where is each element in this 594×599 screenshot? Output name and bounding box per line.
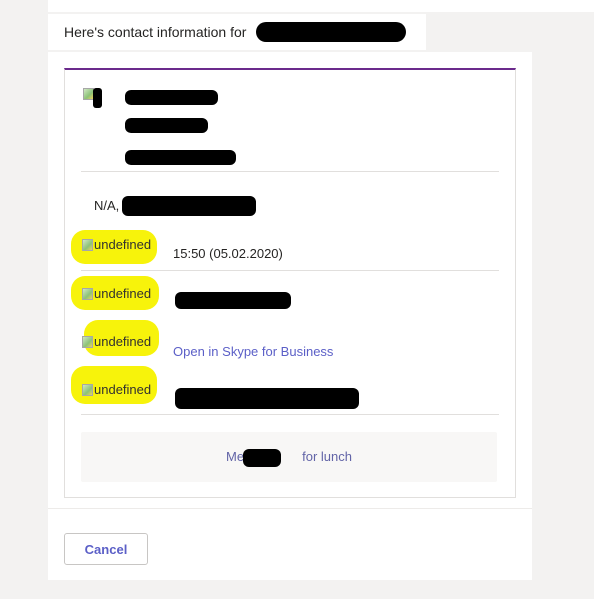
contact-intro-text: Here's contact information for — [64, 24, 247, 40]
card-divider — [81, 414, 499, 415]
card-divider — [81, 270, 499, 271]
card-divider — [81, 171, 499, 172]
local-time-value: 15:50 (05.02.2020) — [173, 246, 283, 261]
broken-image-icon — [82, 287, 93, 300]
open-in-skype-link[interactable]: Open in Skype for Business — [173, 344, 333, 359]
broken-image-icon — [82, 238, 93, 251]
profile-photo-redaction — [93, 88, 102, 108]
redacted-contact-location — [122, 196, 256, 216]
broken-image-icon — [82, 335, 93, 348]
panel-footer-divider — [48, 508, 532, 509]
redacted-phone — [175, 388, 359, 409]
redacted-email — [175, 292, 291, 309]
email-icon-alt: undefined — [94, 286, 152, 301]
contact-location-prefix: N/A, — [94, 198, 120, 213]
redacted-contact-name-line — [125, 90, 218, 105]
meet-for-lunch-button[interactable]: Meet for lunch — [81, 432, 497, 482]
skype-icon: undefined — [82, 334, 151, 349]
cancel-button[interactable]: Cancel — [64, 533, 148, 565]
meet-for-lunch-suffix: for lunch — [302, 449, 353, 464]
phone-icon: undefined — [82, 382, 151, 397]
redacted-lunch-name — [243, 449, 281, 467]
email-icon: undefined — [82, 286, 151, 301]
broken-image-icon — [82, 383, 93, 396]
local-time-icon-alt: undefined — [94, 237, 152, 252]
contact-panel: N/A, undefined 15:50 (05.02.2020) undefi… — [48, 52, 532, 580]
redacted-contact-title-line — [125, 118, 208, 133]
skype-icon-alt: undefined — [94, 334, 152, 349]
phone-icon-alt: undefined — [94, 382, 152, 397]
previous-message-strip — [48, 0, 594, 12]
redacted-contact-name — [256, 22, 406, 42]
contact-card: N/A, undefined 15:50 (05.02.2020) undefi… — [64, 68, 516, 498]
redacted-contact-department-line — [125, 150, 236, 165]
local-time-icon: undefined — [82, 237, 151, 252]
